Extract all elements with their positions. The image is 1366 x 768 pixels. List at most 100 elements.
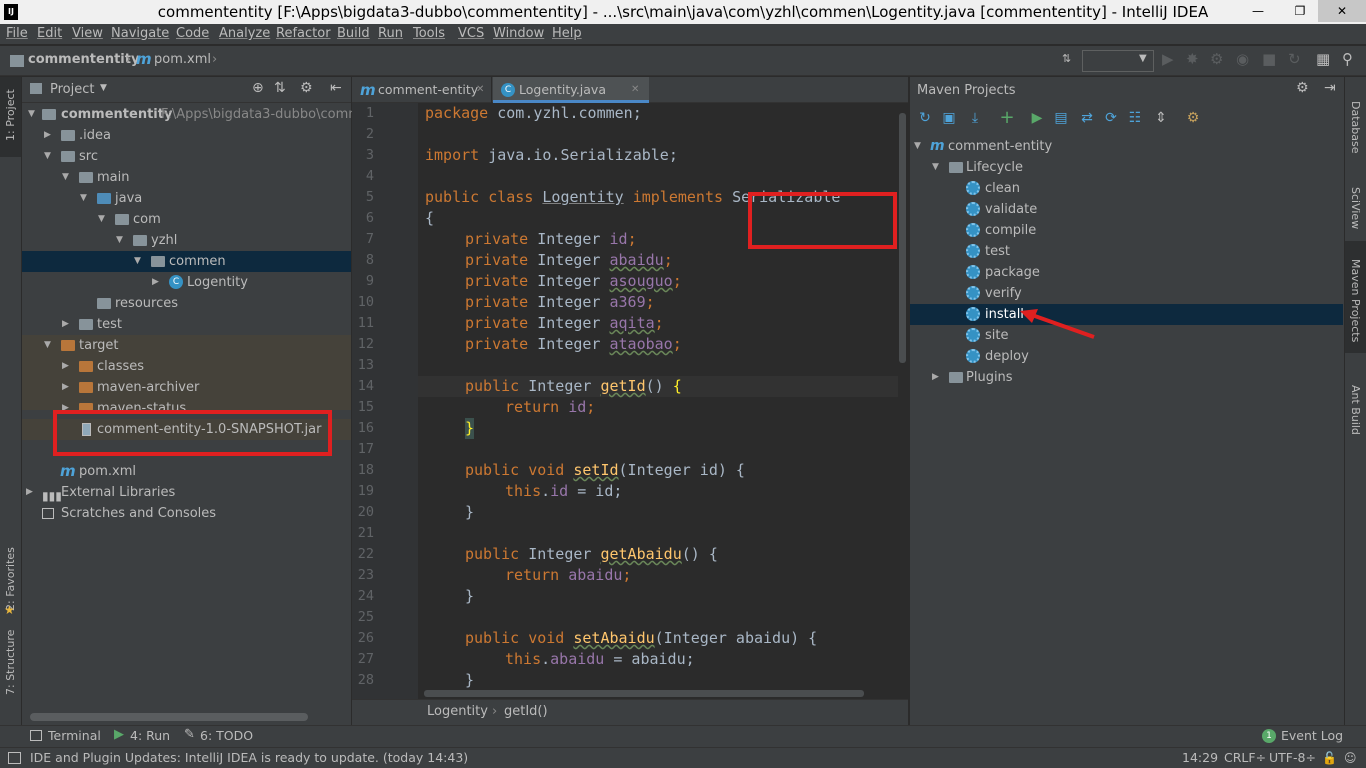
skip-tests-icon[interactable]: ⟳ (1102, 109, 1120, 127)
menu-tools[interactable]: Tools (413, 24, 445, 44)
hide-panel-icon[interactable]: ⇤ (330, 80, 342, 96)
menu-window[interactable]: Window (493, 24, 544, 44)
tree-root[interactable]: ▼ commententity F:\Apps\bigdata3-dubbo\c… (22, 104, 369, 125)
nav-project[interactable]: commententity (28, 52, 139, 67)
tab-comment-entity[interactable]: m comment-entity ✕ (352, 77, 492, 103)
breadcrumb-method[interactable]: getId() (504, 704, 548, 719)
maven-goal-compile[interactable]: compile (910, 220, 1343, 241)
inspector-icon[interactable]: ☺ (1344, 751, 1357, 765)
stop-icon[interactable]: ■ (1262, 50, 1276, 68)
tree-item-pom[interactable]: m pom.xml (22, 461, 351, 482)
close-tab-icon[interactable]: ✕ (631, 77, 639, 103)
add-icon[interactable]: + (998, 109, 1016, 127)
hide-panel-icon[interactable]: ⇥ (1324, 80, 1336, 96)
maven-goal-package[interactable]: package (910, 262, 1343, 283)
maven-goal-site[interactable]: site (910, 325, 1343, 346)
maven-goal-validate[interactable]: validate (910, 199, 1343, 220)
update-icon[interactable]: ↻ (1288, 50, 1301, 68)
maven-project-root[interactable]: ▼ m comment-entity (910, 136, 1343, 157)
menu-code[interactable]: Code (176, 24, 209, 44)
tree-item-main[interactable]: ▼ main (22, 167, 351, 188)
tree-item-com[interactable]: ▼ com (22, 209, 351, 230)
menu-refactor[interactable]: Refactor (276, 24, 331, 44)
file-encoding[interactable]: UTF-8÷ (1269, 748, 1316, 768)
close-icon[interactable]: ✕ (1318, 0, 1366, 22)
horizontal-scrollbar[interactable] (424, 690, 864, 697)
tree-item-logentity[interactable]: ▶ C Logentity (22, 272, 351, 293)
maven-projects-stripe-button[interactable]: Maven Projects (1345, 241, 1366, 353)
favorites-stripe-button[interactable]: 2: Favorites ★ (0, 533, 21, 623)
maven-goal-clean[interactable]: clean (910, 178, 1343, 199)
chevron-down-icon[interactable]: ▼ (100, 83, 107, 93)
run-config-dropdown[interactable]: ▼ (1082, 50, 1154, 72)
tree-item-test[interactable]: ▶ test (22, 314, 351, 335)
debug-icon[interactable]: ✸ (1186, 50, 1199, 68)
run-config-icon[interactable]: ▤ (1052, 109, 1070, 127)
vertical-scrollbar[interactable] (899, 113, 906, 363)
tree-item-yzhl[interactable]: ▼ yzhl (22, 230, 351, 251)
database-stripe-button[interactable]: Database (1345, 81, 1366, 161)
show-dependencies-icon[interactable]: ☷ (1126, 109, 1144, 127)
project-stripe-button[interactable]: 1: Project (0, 77, 21, 157)
run-maven-icon[interactable]: ▶ (1028, 109, 1046, 127)
generate-sources-icon[interactable]: ▣ (940, 109, 958, 127)
status-message[interactable]: IDE and Plugin Updates: IntelliJ IDEA is… (30, 748, 468, 768)
tree-item-commen[interactable]: ▼ commen (22, 251, 351, 272)
tree-item-target[interactable]: ▼ target (22, 335, 351, 356)
event-log-button[interactable]: Event Log (1281, 726, 1343, 746)
run-tool-button[interactable]: 4: Run (130, 726, 170, 746)
tree-item-java[interactable]: ▼ java (22, 188, 351, 209)
tool-windows-icon[interactable] (8, 752, 21, 764)
tree-item-scratches[interactable]: Scratches and Consoles (22, 503, 351, 524)
menu-analyze[interactable]: Analyze (219, 24, 270, 44)
structure-stripe-button[interactable]: 7: Structure (0, 629, 21, 719)
maven-goal-install[interactable]: install (910, 304, 1343, 325)
lock-icon[interactable]: 🔓 (1322, 751, 1337, 765)
menu-view[interactable]: View (72, 24, 103, 44)
menu-help[interactable]: Help (552, 24, 582, 44)
download-icon[interactable]: ⤓ (966, 109, 984, 127)
project-view-selector[interactable]: Project (50, 82, 94, 97)
profile-icon[interactable]: ◉ (1236, 50, 1249, 68)
maven-plugins[interactable]: ▶ Plugins (910, 367, 1343, 388)
terminal-button[interactable]: Terminal (48, 726, 101, 746)
sciview-stripe-button[interactable]: SciView (1345, 173, 1366, 239)
menu-build[interactable]: Build (337, 24, 370, 44)
menu-vcs[interactable]: VCS (458, 24, 484, 44)
menu-run[interactable]: Run (378, 24, 403, 44)
search-icon[interactable]: ⚲ (1342, 50, 1353, 68)
maven-goal-test[interactable]: test (910, 241, 1343, 262)
tree-item-maven-archiver[interactable]: ▶ maven-archiver (22, 377, 351, 398)
minimize-icon[interactable]: — (1238, 0, 1278, 22)
toggle-offline-icon[interactable]: ⇄ (1078, 109, 1096, 127)
collapse-all-icon[interactable]: ⇕ (1152, 109, 1170, 127)
build-icon[interactable]: ⇅ (1062, 52, 1071, 65)
maven-lifecycle[interactable]: ▼ Lifecycle (910, 157, 1343, 178)
maven-goal-deploy[interactable]: deploy (910, 346, 1343, 367)
restore-icon[interactable]: ❐ (1280, 0, 1320, 22)
menu-navigate[interactable]: Navigate (111, 24, 169, 44)
tree-item-classes[interactable]: ▶ classes (22, 356, 351, 377)
gear-icon[interactable]: ⚙ (1296, 80, 1309, 96)
tab-logentity-java[interactable]: C Logentity.java ✕ (493, 77, 649, 103)
tree-item-idea[interactable]: ▶ .idea (22, 125, 351, 146)
maven-goal-verify[interactable]: verify (910, 283, 1343, 304)
project-structure-icon[interactable]: ▦ (1316, 50, 1330, 68)
maven-settings-icon[interactable]: ⚙ (1184, 109, 1202, 127)
tree-item-external-libraries[interactable]: ▶ ▮▮▮ External Libraries (22, 482, 351, 503)
todo-button[interactable]: 6: TODO (200, 726, 253, 746)
nav-file[interactable]: pom.xml (154, 52, 211, 67)
line-separator[interactable]: CRLF÷ (1224, 748, 1266, 768)
locate-icon[interactable]: ⊕ (252, 80, 264, 96)
run-icon[interactable]: ▶ (1162, 50, 1174, 68)
gear-icon[interactable]: ⚙ (300, 80, 313, 96)
horizontal-scrollbar[interactable] (30, 713, 308, 721)
ant-build-stripe-button[interactable]: Ant Build (1345, 369, 1366, 441)
breadcrumb-class[interactable]: Logentity (427, 704, 488, 719)
cursor-position[interactable]: 14:29 (1182, 748, 1218, 768)
tree-item-maven-status[interactable]: ▶ maven-status (22, 398, 351, 410)
code-area[interactable]: 1 package com.yzhl.commen; 2 3 import java… (352, 103, 898, 699)
menu-file[interactable]: File (6, 24, 28, 44)
coverage-icon[interactable]: ⚙ (1210, 50, 1223, 68)
tree-item-src[interactable]: ▼ src (22, 146, 351, 167)
